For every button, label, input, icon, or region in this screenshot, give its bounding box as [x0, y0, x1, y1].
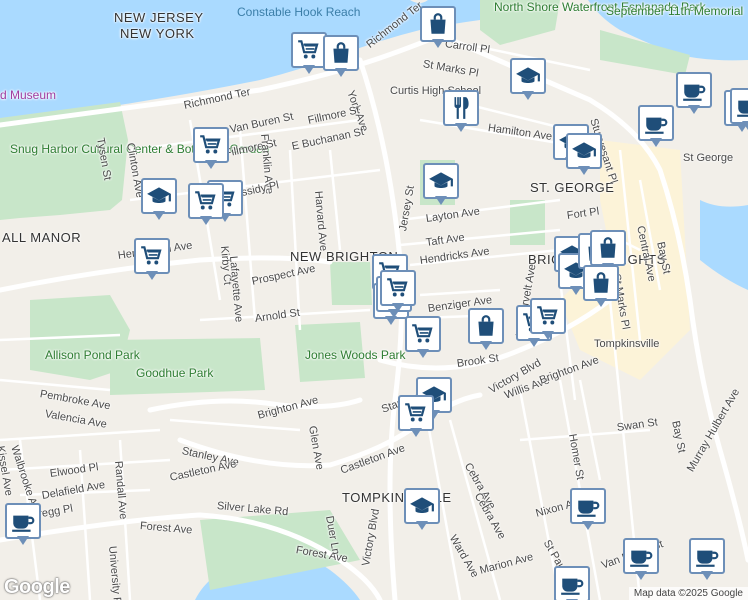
map-marker-cart[interactable]	[380, 270, 416, 314]
coffee-cup-icon	[696, 550, 719, 567]
school-icon	[516, 67, 540, 84]
place-label: NEW YORK	[120, 26, 195, 41]
restaurant-icon	[454, 97, 469, 119]
poi-label: Constable Hook Reach	[237, 5, 361, 19]
map-marker-coffee[interactable]	[623, 538, 659, 582]
map-marker-coffee[interactable]	[554, 566, 590, 600]
coffee-cup-icon	[12, 515, 35, 532]
cart-icon	[298, 40, 319, 59]
map-attribution[interactable]: Map data ©2025 Google	[628, 587, 748, 600]
poi-label: Goodhue Park	[136, 366, 214, 380]
small-park	[330, 262, 372, 305]
map-marker-school[interactable]	[566, 133, 602, 177]
map-marker-cart[interactable]	[193, 127, 229, 171]
map-marker-coffee[interactable]	[570, 488, 606, 532]
map-canvas[interactable]: NEW JERSEY NEW YORK NEW BRIGHTON ST. GEORGE…	[0, 0, 748, 600]
poi-label: September 11th Memorial	[606, 4, 744, 18]
map-marker-school[interactable]	[141, 178, 177, 222]
map-marker-cart[interactable]	[134, 238, 170, 282]
map-marker-coffee[interactable]	[638, 105, 674, 149]
cart-icon	[412, 324, 433, 343]
map-marker-coffee[interactable]	[676, 72, 712, 116]
map-marker-coffee[interactable]	[730, 88, 748, 132]
coffee-cup-icon	[630, 550, 653, 567]
map-marker-fork[interactable]	[443, 90, 479, 134]
map-marker-cart[interactable]	[398, 395, 434, 439]
map-marker-bag[interactable]	[420, 6, 456, 50]
coffee-cup-icon	[561, 578, 584, 595]
school-icon	[572, 142, 596, 159]
shopping-bag-icon	[600, 237, 616, 258]
cart-icon	[387, 278, 408, 297]
poi-label: d Museum	[0, 88, 57, 102]
shopping-bag-icon	[430, 13, 446, 34]
coffee-cup-icon	[577, 500, 600, 517]
poi-label: Jones Woods Park	[305, 348, 406, 362]
map-marker-coffee[interactable]	[689, 538, 725, 582]
shopping-bag-icon	[478, 315, 494, 336]
place-label: ST. GEORGE	[530, 180, 615, 195]
coffee-cup-icon	[683, 84, 706, 101]
school-icon	[410, 497, 434, 514]
map-marker-school[interactable]	[404, 488, 440, 532]
map-marker-cart[interactable]	[530, 298, 566, 342]
map-marker-school[interactable]	[510, 58, 546, 102]
poi-label: Allison Pond Park	[45, 348, 140, 362]
school-icon	[147, 187, 171, 204]
google-logo: Google	[4, 576, 70, 598]
poi-label: St George	[683, 152, 734, 164]
poi-label: Tompkinsville	[594, 338, 660, 350]
shopping-bag-icon	[593, 272, 609, 293]
map-marker-cart[interactable]	[291, 32, 327, 76]
coffee-cup-icon	[737, 100, 748, 117]
school-icon	[429, 172, 453, 189]
map-marker-bag[interactable]	[468, 308, 504, 352]
cart-icon	[537, 306, 558, 325]
cart-icon	[200, 135, 221, 154]
map-marker-cart[interactable]	[188, 183, 224, 227]
cart-icon	[195, 191, 216, 210]
map-marker-bag[interactable]	[583, 265, 619, 309]
place-label: NEW JERSEY	[114, 10, 204, 25]
bay-water	[700, 200, 748, 290]
map-marker-school[interactable]	[423, 163, 459, 207]
cart-icon	[141, 246, 162, 265]
map-marker-bag[interactable]	[323, 35, 359, 79]
cart-icon	[405, 403, 426, 422]
shopping-bag-icon	[333, 42, 349, 63]
place-label: ALL MANOR	[2, 230, 82, 245]
coffee-cup-icon	[645, 117, 668, 134]
map-marker-coffee[interactable]	[5, 503, 41, 547]
map-marker-cart[interactable]	[405, 316, 441, 360]
